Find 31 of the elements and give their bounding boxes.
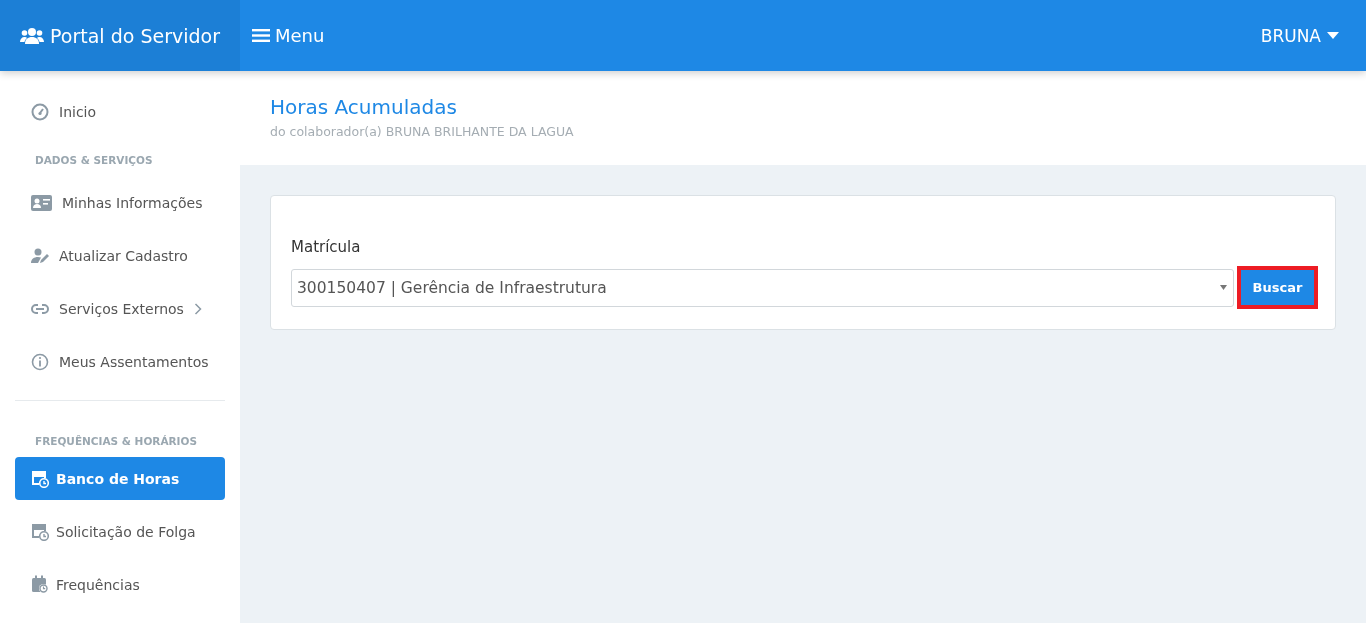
info-icon [31, 352, 49, 371]
sidebar-item[interactable]: Meus Assentamentos [15, 335, 225, 388]
field-label: Matrícula [291, 238, 362, 256]
user-edit-icon [31, 247, 49, 264]
user-menu-button[interactable]: BRUNA [1260, 25, 1339, 46]
sidebar-item[interactable]: Banco de Horas [15, 457, 225, 500]
calendar-clock-icon [31, 469, 49, 488]
menu-button[interactable]: Menu [252, 25, 325, 46]
section-heading: FREQUÊNCIAS & HORÁRIOS [34, 434, 199, 449]
calendar-clock-icon [31, 522, 49, 541]
sidebar-item[interactable]: Minhas Informações [15, 176, 225, 229]
sidebar-item[interactable]: Atualizar Cadastro [15, 229, 225, 282]
brand-title: Portal do Servidor [50, 24, 220, 47]
menu-icon [252, 28, 270, 43]
section-heading: DADOS & SERVIÇOS [34, 153, 154, 168]
sidebar-item[interactable]: Solicitação de Folga [15, 505, 225, 558]
caret-icon [1327, 32, 1339, 39]
sidebar-item[interactable]: Frequências [15, 558, 225, 611]
chevron-right-icon [193, 302, 202, 315]
registration-select[interactable]: 300150407 | Gerência de Infraestrutura [291, 268, 1234, 307]
dropdown-arrow-icon [1220, 285, 1227, 290]
page-subtitle: do colaborador(a) BRUNA BRILHANTE DA LAGUA [270, 124, 575, 139]
sidebar-item[interactable]: Inicio [15, 85, 225, 138]
calendar-clock-icon [31, 575, 49, 594]
search-button[interactable]: Buscar [1241, 270, 1314, 305]
users-icon [20, 26, 45, 45]
page-title: Horas Acumuladas [270, 95, 458, 119]
sidebar-item[interactable]: Serviços Externos [15, 282, 225, 335]
gauge-icon [31, 102, 49, 121]
id-card-icon [31, 194, 52, 211]
link-icon [31, 303, 49, 314]
